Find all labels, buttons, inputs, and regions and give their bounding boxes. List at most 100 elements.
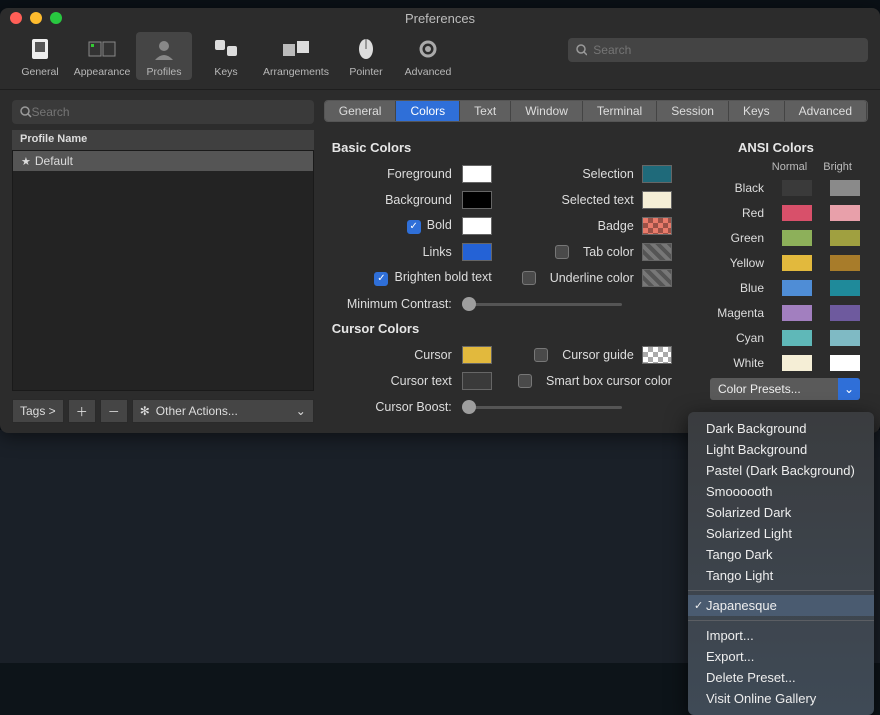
preset-item[interactable]: Solarized Dark: [688, 502, 874, 523]
tab-keys[interactable]: Keys: [729, 101, 785, 121]
star-icon: ★: [21, 155, 31, 168]
ansi-bright-swatch[interactable]: [830, 330, 860, 346]
ansi-normal-swatch[interactable]: [782, 305, 812, 321]
brighten-checkbox[interactable]: [374, 272, 388, 286]
ansi-header: ANSI Colors: [692, 140, 860, 155]
toolbar-search-input[interactable]: [593, 43, 860, 57]
profiles-sidebar: Profile Name ★ Default Tags > ＋ － ✻ Othe…: [12, 100, 314, 423]
links-swatch[interactable]: [462, 243, 492, 261]
tab-colors[interactable]: Colors: [396, 101, 460, 121]
ansi-normal-swatch[interactable]: [782, 230, 812, 246]
minimize-icon[interactable]: [30, 12, 42, 24]
cursor-swatch[interactable]: [462, 346, 492, 364]
smart-box-checkbox[interactable]: [518, 374, 532, 388]
ansi-bright-swatch[interactable]: [830, 205, 860, 221]
close-icon[interactable]: [10, 12, 22, 24]
window-title: Preferences: [405, 11, 475, 26]
tab-color-checkbox[interactable]: [555, 245, 569, 259]
menu-separator: [688, 620, 874, 621]
cursor-guide-swatch[interactable]: [642, 346, 672, 364]
preset-item[interactable]: Dark Background: [688, 418, 874, 439]
tab-color-swatch[interactable]: [642, 243, 672, 261]
preset-action[interactable]: Visit Online Gallery: [688, 688, 874, 709]
profile-search[interactable]: [12, 100, 314, 124]
profile-name: Default: [35, 154, 73, 168]
toolbar-label: Pointer: [349, 66, 382, 78]
toolbar-appearance[interactable]: Appearance: [74, 32, 130, 80]
ansi-bright-swatch[interactable]: [830, 305, 860, 321]
search-icon: [576, 44, 587, 56]
ansi-label: Red: [708, 206, 764, 220]
tags-button[interactable]: Tags >: [12, 399, 64, 423]
toolbar-search[interactable]: [568, 38, 868, 62]
color-presets-button[interactable]: Color Presets... ⌄: [710, 378, 860, 400]
preset-action[interactable]: Delete Preset...: [688, 667, 874, 688]
preset-action[interactable]: Import...: [688, 625, 874, 646]
toolbar-pointer[interactable]: Pointer: [338, 32, 394, 80]
basic-colors-header: Basic Colors: [332, 140, 672, 155]
search-icon: [20, 106, 32, 118]
bold-checkbox[interactable]: [407, 220, 421, 234]
color-presets-menu: Dark BackgroundLight BackgroundPastel (D…: [688, 412, 874, 715]
add-profile-button[interactable]: ＋: [68, 399, 96, 423]
zoom-icon[interactable]: [50, 12, 62, 24]
cursor-guide-checkbox[interactable]: [534, 348, 548, 362]
preset-item[interactable]: Tango Light: [688, 565, 874, 586]
ansi-normal-swatch[interactable]: [782, 330, 812, 346]
toolbar-label: Profiles: [146, 66, 181, 78]
profile-search-input[interactable]: [32, 105, 306, 119]
preset-item[interactable]: Smoooooth: [688, 481, 874, 502]
titlebar: Preferences: [0, 8, 880, 28]
selected-text-swatch[interactable]: [642, 191, 672, 209]
preset-item[interactable]: Tango Dark: [688, 544, 874, 565]
tab-advanced[interactable]: Advanced: [785, 101, 867, 121]
tab-text[interactable]: Text: [460, 101, 511, 121]
ansi-label: Magenta: [708, 306, 764, 320]
ansi-normal-swatch[interactable]: [782, 280, 812, 296]
ansi-normal-swatch[interactable]: [782, 255, 812, 271]
ansi-bright-swatch[interactable]: [830, 180, 860, 196]
ansi-label: Cyan: [708, 331, 764, 345]
toolbar-label: General: [21, 66, 58, 78]
tab-terminal[interactable]: Terminal: [583, 101, 657, 121]
toolbar-keys[interactable]: Keys: [198, 32, 254, 80]
preset-action[interactable]: Export...: [688, 646, 874, 667]
preset-item[interactable]: Pastel (Dark Background): [688, 460, 874, 481]
tab-general[interactable]: General: [325, 101, 397, 121]
toolbar-general[interactable]: General: [12, 32, 68, 80]
tab-window[interactable]: Window: [511, 101, 583, 121]
ansi-bright-swatch[interactable]: [830, 355, 860, 371]
preset-item[interactable]: Light Background: [688, 439, 874, 460]
ansi-normal-swatch[interactable]: [782, 355, 812, 371]
other-actions-button[interactable]: ✻ Other Actions... ⌄: [132, 399, 314, 423]
toolbar-profiles[interactable]: Profiles: [136, 32, 192, 80]
toolbar-advanced[interactable]: Advanced: [400, 32, 456, 80]
ansi-label: Black: [708, 181, 764, 195]
menu-separator: [688, 590, 874, 591]
profile-list-header: Profile Name: [12, 130, 314, 150]
ansi-bright-swatch[interactable]: [830, 280, 860, 296]
profile-list[interactable]: ★ Default: [12, 150, 314, 391]
profile-row[interactable]: ★ Default: [13, 151, 313, 171]
underline-checkbox[interactable]: [522, 271, 536, 285]
preset-item-selected[interactable]: Japanesque: [688, 595, 874, 616]
cursor-boost-slider[interactable]: [462, 406, 622, 409]
min-contrast-slider[interactable]: [462, 303, 622, 306]
badge-swatch[interactable]: [642, 217, 672, 235]
ansi-normal-swatch[interactable]: [782, 180, 812, 196]
underline-swatch[interactable]: [642, 269, 672, 287]
chevron-down-icon: ⌄: [296, 404, 306, 418]
toolbar-arrangements[interactable]: Arrangements: [260, 32, 332, 80]
ansi-normal-swatch[interactable]: [782, 205, 812, 221]
bold-swatch[interactable]: [462, 217, 492, 235]
gear-icon: ✻: [140, 404, 150, 418]
remove-profile-button[interactable]: －: [100, 399, 128, 423]
background-swatch[interactable]: [462, 191, 492, 209]
cursor-text-swatch[interactable]: [462, 372, 492, 390]
preset-item[interactable]: Solarized Light: [688, 523, 874, 544]
ansi-bright-swatch[interactable]: [830, 255, 860, 271]
foreground-swatch[interactable]: [462, 165, 492, 183]
ansi-bright-swatch[interactable]: [830, 230, 860, 246]
selection-swatch[interactable]: [642, 165, 672, 183]
tab-session[interactable]: Session: [657, 101, 729, 121]
